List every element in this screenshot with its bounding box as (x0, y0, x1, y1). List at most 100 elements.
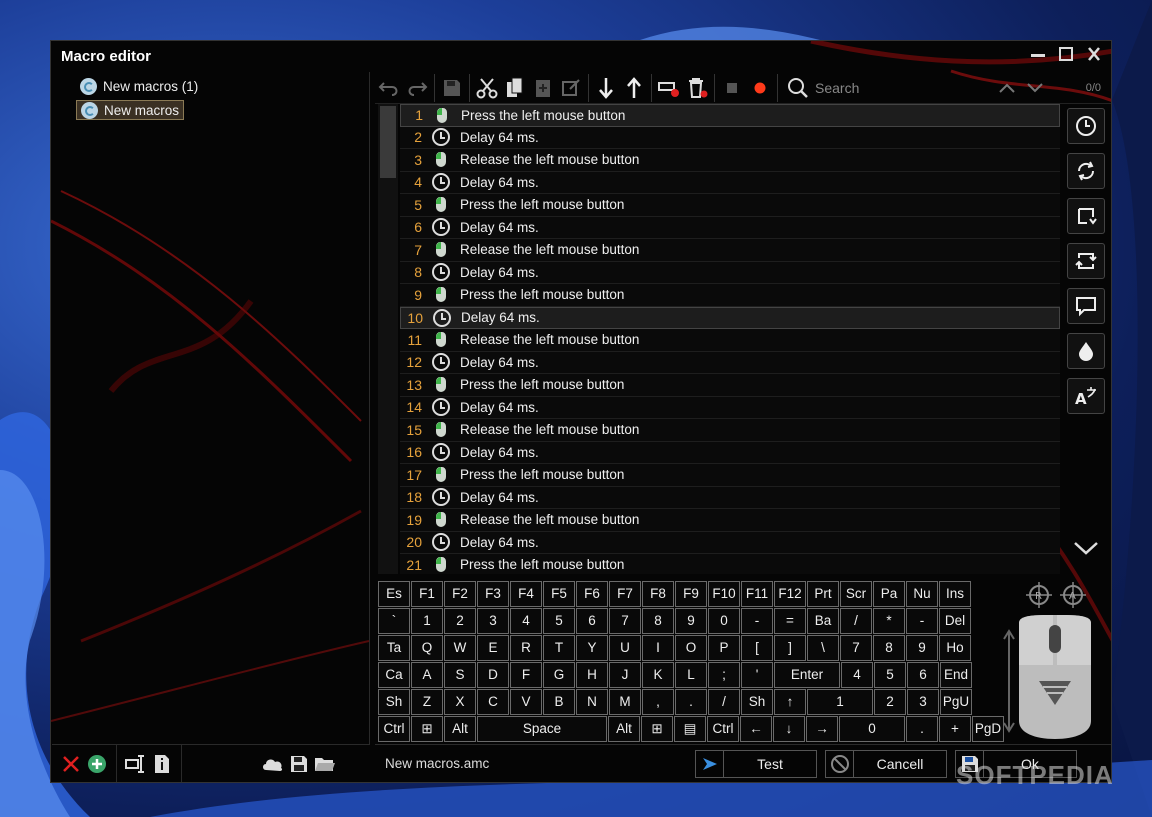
key[interactable]: Scr (840, 581, 872, 607)
key[interactable]: 0 (839, 716, 905, 742)
open-folder-button[interactable] (312, 751, 338, 777)
key[interactable]: [ (741, 635, 773, 661)
key[interactable]: S (444, 662, 476, 688)
copy-button[interactable] (501, 74, 529, 102)
title-bar[interactable]: Macro editor (51, 41, 1111, 71)
key[interactable]: ⊞ (641, 716, 673, 742)
record-r-icon[interactable]: R (1026, 582, 1052, 608)
action-row[interactable]: 3 Release the left mouse button (400, 149, 1060, 172)
key[interactable]: 3 (907, 689, 939, 715)
expand-tools-button[interactable] (1071, 538, 1101, 564)
key[interactable]: Ctrl (378, 716, 410, 742)
key[interactable]: B (543, 689, 575, 715)
action-row[interactable]: 2 Delay 64 ms. (400, 126, 1060, 149)
key[interactable]: Y (576, 635, 608, 661)
key[interactable]: 1 (411, 608, 443, 634)
key[interactable]: F12 (774, 581, 806, 607)
search-input[interactable] (815, 79, 925, 96)
remove-selection-button[interactable] (655, 74, 683, 102)
insert-action-button[interactable] (1067, 198, 1105, 234)
key[interactable]: Alt (444, 716, 476, 742)
test-button[interactable]: Test (695, 749, 817, 778)
undo-button[interactable] (375, 74, 403, 102)
key[interactable]: 9 (675, 608, 707, 634)
key[interactable]: ↑ (774, 689, 806, 715)
cloud-download-button[interactable] (260, 751, 286, 777)
action-row[interactable]: 15 Release the left mouse button (400, 419, 1060, 442)
action-row[interactable]: 11 Release the left mouse button (400, 329, 1060, 352)
key[interactable]: Prt (807, 581, 839, 607)
key[interactable]: ⊞ (411, 716, 443, 742)
key[interactable]: V (510, 689, 542, 715)
action-row[interactable]: 18 Delay 64 ms. (400, 486, 1060, 509)
comment-button[interactable] (1067, 288, 1105, 324)
key[interactable]: 3 (477, 608, 509, 634)
key[interactable]: 6 (576, 608, 608, 634)
scroll-wheel[interactable] (1049, 625, 1061, 653)
key[interactable]: Enter (774, 662, 840, 688)
loop-button[interactable] (1067, 153, 1105, 189)
right-mouse-button[interactable] (1057, 615, 1091, 665)
key[interactable]: T (543, 635, 575, 661)
action-row[interactable]: 13 Press the left mouse button (400, 374, 1060, 397)
key[interactable]: P (708, 635, 740, 661)
action-row[interactable]: 12 Delay 64 ms. (400, 351, 1060, 374)
key[interactable]: 8 (873, 635, 905, 661)
key[interactable]: U (609, 635, 641, 661)
key[interactable]: H (576, 662, 608, 688)
key[interactable]: Ba (807, 608, 839, 634)
key[interactable]: ← (740, 716, 772, 742)
key[interactable]: F3 (477, 581, 509, 607)
key[interactable]: 2 (874, 689, 906, 715)
key[interactable]: Q (411, 635, 443, 661)
key[interactable]: Ins (939, 581, 971, 607)
key[interactable]: 0 (708, 608, 740, 634)
key[interactable]: Nu (906, 581, 938, 607)
key[interactable]: F10 (708, 581, 740, 607)
key[interactable]: PgU (940, 689, 972, 715)
minimize-button[interactable] (1029, 45, 1047, 65)
rename-macro-button[interactable] (123, 751, 149, 777)
search-next-button[interactable] (1021, 74, 1049, 102)
key[interactable]: F9 (675, 581, 707, 607)
key[interactable]: ; (708, 662, 740, 688)
key[interactable]: I (642, 635, 674, 661)
action-row[interactable]: 10 Delay 64 ms. (400, 306, 1060, 329)
key[interactable]: Sh (741, 689, 773, 715)
action-row[interactable]: 17 Press the left mouse button (400, 464, 1060, 487)
key[interactable]: 1 (807, 689, 873, 715)
key[interactable]: * (873, 608, 905, 634)
insert-delay-button[interactable] (1067, 108, 1105, 144)
key[interactable]: Z (411, 689, 443, 715)
key[interactable]: = (774, 608, 806, 634)
action-row[interactable]: 21 Press the left mouse button (400, 554, 1060, 574)
key[interactable]: . (906, 716, 938, 742)
action-row[interactable]: 7 Release the left mouse button (400, 239, 1060, 262)
key[interactable]: - (741, 608, 773, 634)
key[interactable]: ` (378, 608, 410, 634)
add-macro-button[interactable] (84, 751, 110, 777)
action-row[interactable]: 8 Delay 64 ms. (400, 261, 1060, 284)
key[interactable]: F7 (609, 581, 641, 607)
key[interactable]: 8 (642, 608, 674, 634)
key[interactable]: Ho (939, 635, 971, 661)
key[interactable]: F6 (576, 581, 608, 607)
key[interactable]: 5 (543, 608, 575, 634)
action-row[interactable]: 4 Delay 64 ms. (400, 171, 1060, 194)
key[interactable]: 4 (510, 608, 542, 634)
move-down-button[interactable] (592, 74, 620, 102)
key[interactable]: L (675, 662, 707, 688)
clear-all-button[interactable] (683, 74, 711, 102)
key[interactable]: Ctrl (707, 716, 739, 742)
edit-button[interactable] (557, 74, 585, 102)
key[interactable]: Sh (378, 689, 410, 715)
key[interactable]: N (576, 689, 608, 715)
key[interactable]: G (543, 662, 575, 688)
key[interactable]: F (510, 662, 542, 688)
key[interactable]: 2 (444, 608, 476, 634)
key[interactable]: , (642, 689, 674, 715)
key[interactable]: Pa (873, 581, 905, 607)
macro-action-list[interactable]: 1 Press the left mouse button 2 Delay 64 ms… (378, 104, 1060, 574)
key[interactable]: C (477, 689, 509, 715)
cut-button[interactable] (473, 74, 501, 102)
